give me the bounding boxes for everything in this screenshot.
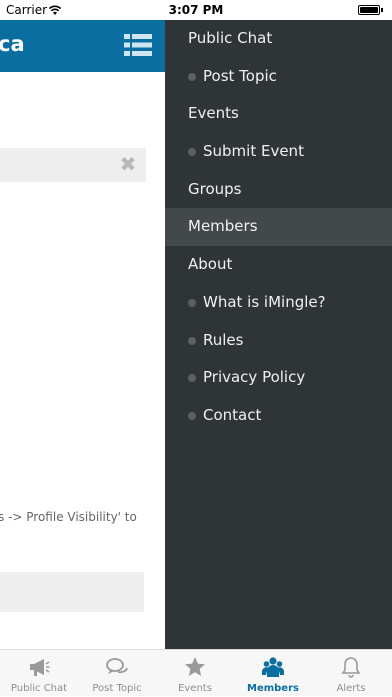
tab-events[interactable]: Events [156,650,234,697]
drawer-item-contact[interactable]: Contact [165,397,392,435]
profile-visibility-hint: s -> Profile Visibility' to [0,510,137,524]
drawer-item-members[interactable]: Members [165,208,392,247]
drawer-item-label: What is iMingle? [203,292,326,311]
drawer-item-label: Rules [203,330,244,349]
bullet-icon [188,148,196,157]
drawer-item-post-topic[interactable]: Post Topic [165,58,392,96]
input-field[interactable] [0,572,144,612]
bullet-icon [188,336,196,345]
drawer-item-label: Contact [203,405,262,424]
tab-label: Public Chat [10,683,68,694]
drawer-item-label: About [188,255,233,274]
drawer-item-label: Privacy Policy [203,368,306,387]
app-header: ca [0,20,165,72]
tab-label: Alerts [336,683,366,694]
chat-bubbles-icon [106,658,128,674]
status-bar: Carrier 3:07 PM [0,0,392,20]
tab-label: Members [247,683,299,694]
bullet-icon [188,374,196,383]
menu-list-icon[interactable] [124,34,152,56]
close-icon[interactable]: ✖ [118,154,138,174]
tab-label: Post Topic [92,683,142,694]
drawer-item-what-is-imingle[interactable]: What is iMingle? [165,284,392,322]
drawer-item-label: Public Chat [188,29,273,47]
search-input[interactable]: ✖ [0,148,146,182]
drawer-item-label: Events [188,104,239,123]
tab-bar: Public Chat Post Topic Events Members Al… [0,649,392,696]
bullet-icon [188,411,196,420]
tab-label: Events [178,683,212,694]
drawer-item-events[interactable]: Events [165,95,392,133]
tab-alerts[interactable]: Alerts [312,650,390,697]
main-content: ca ✖ s -> Profile Visibility' to [0,20,165,649]
drawer-item-public-chat[interactable]: Public Chat [165,20,392,58]
bullet-icon [188,298,196,307]
drawer-item-privacy-policy[interactable]: Privacy Policy [165,359,392,397]
side-drawer: Public Chat Post Topic Events Submit Eve… [165,20,392,649]
bell-icon [341,657,361,678]
drawer-item-label: Groups [188,179,242,198]
tab-public-chat[interactable]: Public Chat [0,650,78,697]
battery-icon [358,5,383,15]
drawer-item-submit-event[interactable]: Submit Event [165,133,392,171]
megaphone-icon [30,659,50,676]
drawer-item-groups[interactable]: Groups [165,171,392,209]
drawer-item-label: Members [188,217,258,236]
clock: 3:07 PM [168,3,224,17]
drawer-item-label: Post Topic [203,66,277,85]
drawer-item-label: Submit Event [203,142,304,161]
page-title: ca [0,32,25,56]
bullet-icon [188,72,196,81]
tab-post-topic[interactable]: Post Topic [78,650,156,697]
drawer-menu: Public Chat Post Topic Events Submit Eve… [165,20,392,435]
star-icon [185,657,205,676]
tab-members[interactable]: Members [234,650,312,697]
members-icon [262,657,284,677]
drawer-item-about[interactable]: About [165,246,392,284]
drawer-item-rules[interactable]: Rules [165,322,392,360]
